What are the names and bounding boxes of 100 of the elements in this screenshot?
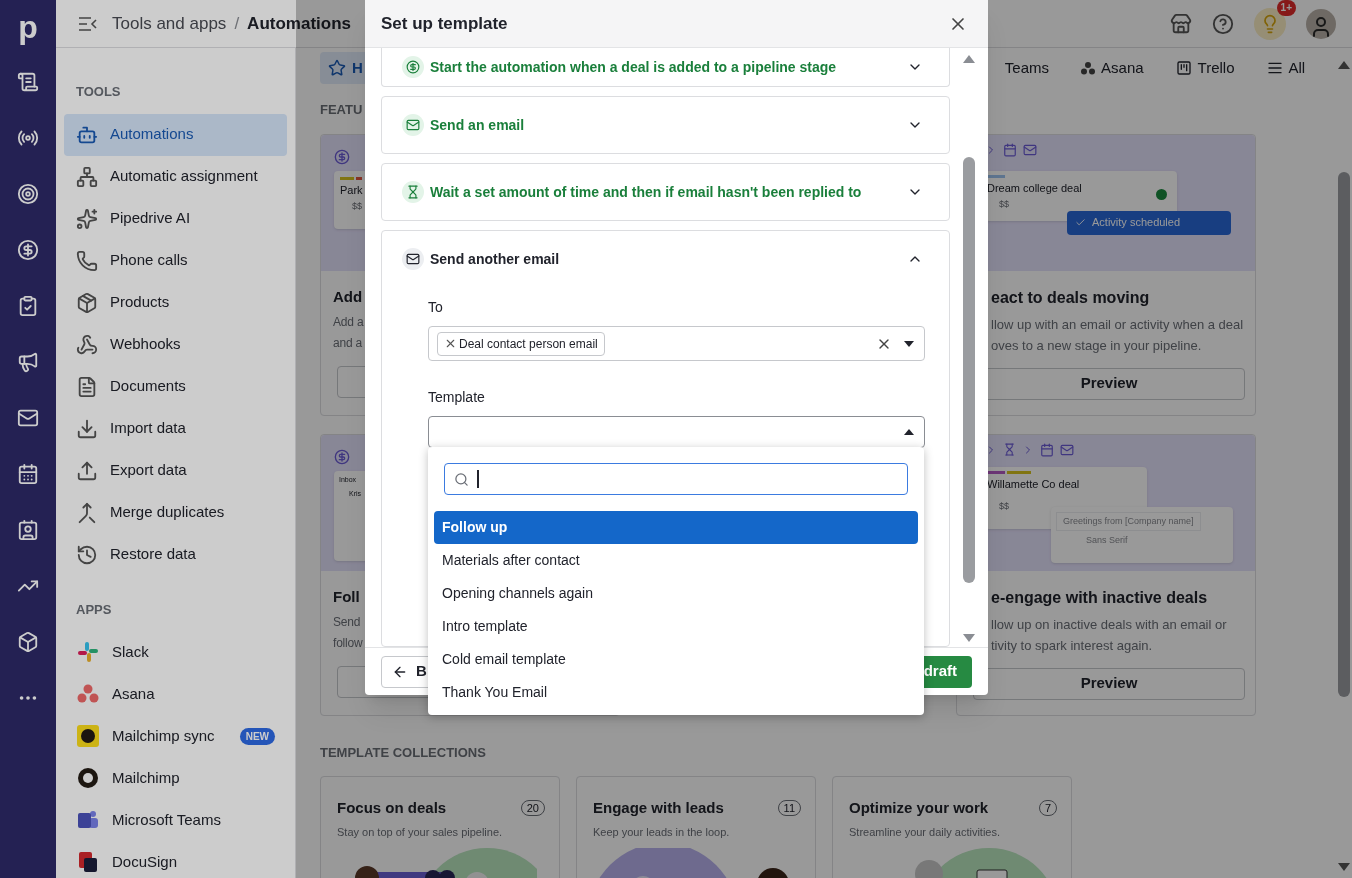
sidebar-item[interactable]: Webhooks bbox=[64, 323, 287, 366]
scroll-up-icon[interactable] bbox=[962, 54, 976, 64]
scrollbar-thumb[interactable] bbox=[1338, 172, 1351, 697]
search-icon bbox=[454, 471, 469, 487]
sidebar-item[interactable]: Mailchimp sync NEW bbox=[64, 715, 287, 757]
collection-subtitle: Streamline your daily activities. bbox=[849, 824, 1001, 840]
sidebar-item[interactable]: Automations bbox=[64, 113, 287, 156]
step-header[interactable]: Wait a set amount of time and then if email hasn't been replied to bbox=[382, 164, 949, 220]
breadcrumb-separator: / bbox=[234, 12, 240, 35]
sidebar-item[interactable]: Microsoft Teams bbox=[64, 799, 287, 841]
app-logo-icon bbox=[76, 724, 100, 748]
category-tab[interactable]: Teams bbox=[1000, 52, 1054, 84]
breadcrumb-item[interactable]: Tools and apps bbox=[112, 10, 227, 37]
category-tab[interactable]: All bbox=[1262, 52, 1310, 84]
app-logo-icon bbox=[76, 850, 100, 874]
card-description: llow up with an email or activity when a deal oves to a new stage in your pipeline. bbox=[991, 315, 1244, 355]
scroll-down-icon[interactable] bbox=[1337, 862, 1352, 872]
step-header[interactable]: Send an email bbox=[382, 97, 949, 153]
sidebar-item[interactable]: Merge duplicates bbox=[64, 491, 287, 534]
app-logo-icon bbox=[76, 766, 100, 790]
store-icon[interactable] bbox=[1170, 12, 1192, 35]
envelope-icon bbox=[1023, 142, 1037, 157]
deal-value: $$ bbox=[998, 500, 1010, 513]
tool-icon bbox=[76, 543, 98, 566]
new-badge: NEW bbox=[239, 727, 275, 745]
text-cursor bbox=[477, 470, 479, 488]
tool-icon bbox=[76, 249, 98, 272]
sidebar-item[interactable]: Export data bbox=[64, 449, 287, 492]
collection-card[interactable]: Focus on deals 20 Stay on top of your sales pipeline. bbox=[320, 776, 560, 878]
deal-title: Dream college deal bbox=[987, 180, 1082, 196]
hourglass-icon bbox=[1003, 443, 1016, 456]
remove-icon[interactable] bbox=[444, 337, 457, 350]
tool-icon bbox=[76, 207, 98, 230]
tool-icon bbox=[76, 333, 98, 356]
sidebar-item[interactable]: Pipedrive AI bbox=[64, 197, 287, 240]
scroll-down-icon[interactable] bbox=[962, 633, 976, 643]
collapse-menu-icon[interactable] bbox=[78, 15, 98, 32]
sidebar-item[interactable]: Automatic assignment bbox=[64, 155, 287, 198]
calendar-icon bbox=[1003, 142, 1017, 157]
scrollbar-thumb[interactable] bbox=[963, 157, 975, 583]
scroll-up-icon[interactable] bbox=[1337, 60, 1352, 70]
nav-icon[interactable] bbox=[17, 351, 39, 373]
template-option[interactable]: Opening channels again bbox=[434, 577, 918, 610]
sidebar-item[interactable]: Import data bbox=[64, 407, 287, 450]
deal-title: Park bbox=[340, 182, 364, 198]
recipient-chip: Deal contact person email bbox=[437, 331, 605, 356]
avatar[interactable] bbox=[1306, 8, 1336, 39]
sidebar-item[interactable]: Mailchimp bbox=[64, 757, 287, 799]
nav-icon[interactable] bbox=[17, 295, 39, 317]
section-heading: APPS bbox=[75, 600, 113, 619]
search-field[interactable] bbox=[444, 463, 908, 495]
app-logo-icon bbox=[76, 640, 100, 664]
card-title: Add bbox=[333, 286, 363, 307]
category-tab[interactable]: Trello bbox=[1171, 52, 1239, 84]
sidebar-item[interactable]: Documents bbox=[64, 365, 287, 408]
caret-icon[interactable] bbox=[904, 340, 914, 347]
template-option[interactable]: Intro template bbox=[434, 610, 918, 643]
modal-title: Set up template bbox=[381, 12, 508, 35]
check-icon bbox=[1075, 217, 1086, 228]
email-subject: Greetings from [Company name] bbox=[1056, 511, 1201, 531]
sidebar-item[interactable]: DocuSign bbox=[64, 841, 287, 878]
envelope-icon bbox=[402, 248, 424, 270]
field-label: Template bbox=[428, 388, 486, 407]
collection-card[interactable]: Engage with leads 11 Keep your leads in the loop. bbox=[576, 776, 816, 878]
hourglass-icon bbox=[402, 181, 424, 203]
collection-card[interactable]: Optimize your work 7 Streamline your daily activities. bbox=[832, 776, 1072, 878]
caret-icon bbox=[904, 429, 914, 435]
deal-value: $$ bbox=[998, 198, 1009, 211]
section-heading: TOOLS bbox=[75, 83, 122, 101]
sidebar-item[interactable]: Asana bbox=[64, 673, 287, 715]
nav-icon[interactable] bbox=[17, 407, 39, 429]
tool-icon bbox=[76, 417, 98, 440]
nav-icon[interactable] bbox=[17, 239, 39, 261]
nav-icon[interactable] bbox=[17, 519, 39, 541]
nav-icon[interactable] bbox=[17, 71, 39, 93]
sidebar-item[interactable]: Products bbox=[64, 281, 287, 324]
nav-icon[interactable] bbox=[17, 463, 39, 485]
calendar-icon bbox=[1040, 442, 1054, 457]
help-icon[interactable] bbox=[1212, 12, 1234, 35]
logo[interactable]: p bbox=[18, 0, 38, 54]
section-heading: TEMPLATE COLLECTIONS bbox=[320, 743, 487, 762]
card-description: Add a and a bbox=[333, 314, 364, 352]
field-label: To bbox=[428, 298, 444, 317]
board-icon bbox=[1175, 60, 1192, 76]
sidebar-item[interactable]: Slack bbox=[64, 631, 287, 673]
category-tab[interactable]: Asana bbox=[1077, 52, 1148, 84]
sidebar-item[interactable]: Restore data bbox=[64, 533, 287, 576]
card-title: e-engage with inactive deals bbox=[991, 587, 1208, 608]
nav-icon[interactable] bbox=[17, 183, 39, 205]
dollar-icon bbox=[402, 56, 424, 78]
sidebar-item[interactable]: Phone calls bbox=[64, 239, 287, 282]
template-option[interactable]: Materials after contact bbox=[434, 544, 918, 577]
nav-icon[interactable] bbox=[17, 631, 39, 653]
step-header[interactable]: Start the automation when a deal is added to a pipeline stage bbox=[382, 48, 949, 86]
card-description: llow up on inactive deals with an email or tivity to spark interest again. bbox=[991, 615, 1227, 655]
card-title: Foll bbox=[333, 586, 360, 607]
recipient-select[interactable]: Deal contact person email bbox=[428, 326, 925, 361]
template-option[interactable]: Follow up bbox=[434, 511, 918, 544]
step-header[interactable]: Send another email bbox=[382, 231, 949, 287]
collection-title: Focus on deals bbox=[337, 798, 447, 818]
